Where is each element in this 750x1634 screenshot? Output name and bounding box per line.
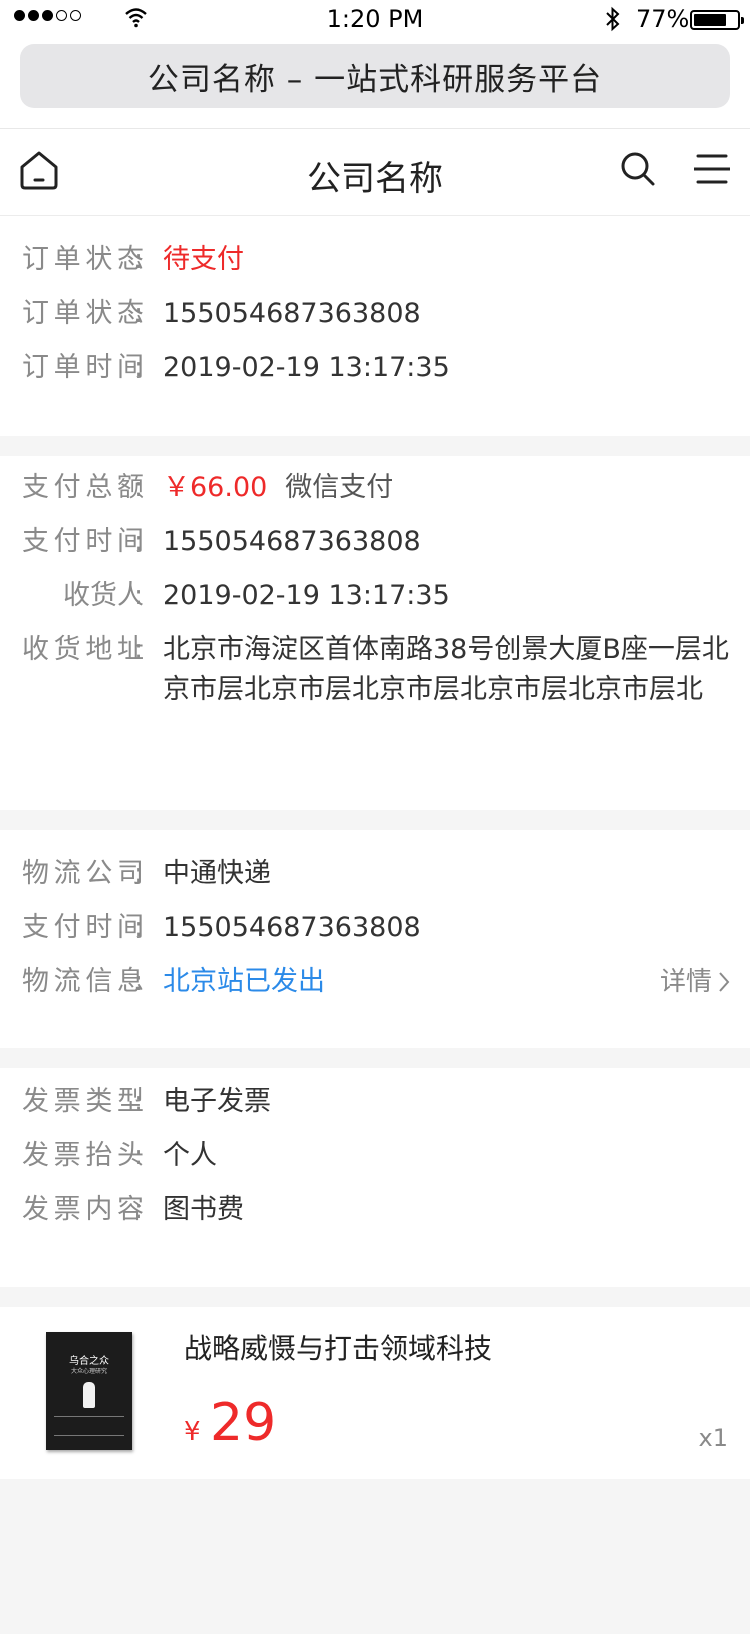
browser-toolbar: 公司名称 – 一站式科研服务平台 xyxy=(0,40,750,128)
payment-time-value: 155054687363808 xyxy=(163,526,421,557)
battery-percent: 77% xyxy=(636,5,690,33)
chevron-right-icon xyxy=(719,972,730,992)
product-price: 29 xyxy=(210,1393,277,1453)
payment-time-label: 支付时间 xyxy=(22,526,144,557)
menu-icon[interactable] xyxy=(694,153,730,185)
book-cover-title: 乌合之众 xyxy=(69,1356,109,1367)
order-number-label: 订单状态 xyxy=(22,298,144,329)
app-header: 公司名称 xyxy=(0,128,750,216)
logistics-info-value: 北京站已发出 xyxy=(163,966,325,997)
invoice-header-label: 发票抬头 xyxy=(22,1140,144,1171)
invoice-info-card: 发票类型: 电子发票 发票抬头: 个人 发票内容: 图书费 xyxy=(0,1068,750,1287)
invoice-content-label: 发票内容 xyxy=(22,1194,144,1225)
bluetooth-icon xyxy=(606,6,620,32)
logistics-detail-link[interactable]: 详情 xyxy=(660,962,730,1002)
logistics-info-label: 物流信息 xyxy=(22,966,144,997)
order-status-value: 待支付 xyxy=(163,244,244,275)
product-quantity: x1 xyxy=(698,1424,728,1452)
order-number-value: 155054687363808 xyxy=(163,298,421,329)
product-name: 战略威慑与打击领域科技 xyxy=(184,1332,493,1365)
logistics-time-label: 支付时间 xyxy=(22,912,144,943)
address-label: 收货地址 xyxy=(22,634,144,665)
status-bar: 1:20 PM 77% xyxy=(0,0,750,40)
product-item[interactable]: 乌合之众 大众心理研究 战略威慑与打击领域科技 ¥ 29 x1 xyxy=(0,1307,750,1479)
logistics-company-label: 物流公司 xyxy=(22,858,144,889)
logistics-time-value: 155054687363808 xyxy=(163,912,421,943)
receiver-value: 2019-02-19 13:17:35 xyxy=(163,580,450,611)
address-bar[interactable]: 公司名称 – 一站式科研服务平台 xyxy=(20,44,730,108)
invoice-content-value: 图书费 xyxy=(163,1194,244,1225)
order-status-label: 订单状态 xyxy=(22,244,144,275)
logistics-info-card: 物流公司: 中通快递 支付时间: 155054687363808 物流信息: 北… xyxy=(0,830,750,1048)
logistics-detail-label: 详情 xyxy=(659,967,712,997)
address-value: 北京市海淀区首体南路38号创景大厦B座一层北京市层北京市层北京市层北京市层北京市… xyxy=(163,634,729,705)
payment-info-card: 支付总额: ￥66.00 微信支付 支付时间: 155054687363808 收… xyxy=(0,456,750,810)
battery-fill xyxy=(694,14,726,26)
invoice-type-label: 发票类型 xyxy=(22,1086,144,1117)
book-cover-subtitle: 大众心理研究 xyxy=(70,1368,107,1375)
logistics-company-value: 中通快递 xyxy=(163,858,271,889)
search-icon[interactable] xyxy=(620,151,656,187)
payment-total-label: 支付总额 xyxy=(22,472,144,503)
order-time-value: 2019-02-19 13:17:35 xyxy=(163,352,450,383)
battery-icon xyxy=(690,10,744,30)
receiver-label: 收货人 xyxy=(63,580,144,611)
book-cover-image: 乌合之众 大众心理研究 xyxy=(46,1332,132,1450)
order-info-card: 订单状态: 待支付 订单状态: 155054687363808 订单时间: 20… xyxy=(0,216,750,436)
product-currency: ¥ xyxy=(184,1417,201,1447)
invoice-type-value: 电子发票 xyxy=(163,1086,271,1117)
payment-total-value: ￥66.00 xyxy=(163,472,268,503)
order-time-label: 订单时间 xyxy=(22,352,144,383)
payment-method: 微信支付 xyxy=(285,472,394,503)
invoice-header-value: 个人 xyxy=(163,1140,217,1171)
